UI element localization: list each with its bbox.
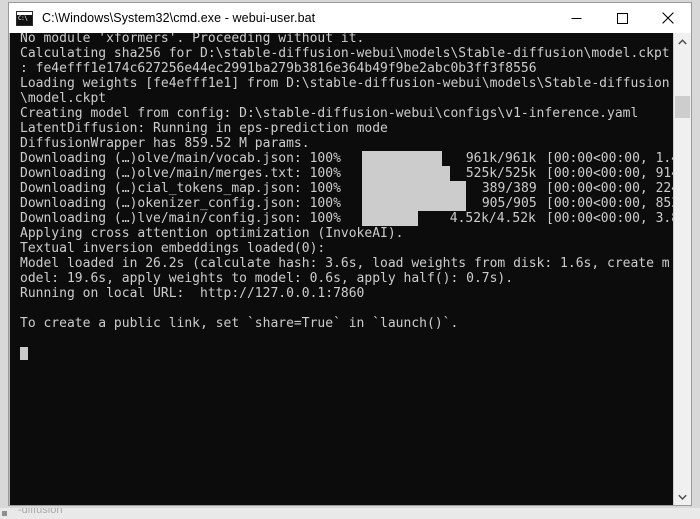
minimize-button[interactable] [553,3,599,33]
chevron-down-icon [678,494,687,500]
maximize-icon [616,12,628,24]
maximize-button[interactable] [599,3,645,33]
download-progress-label: Downloading (…)olve/main/vocab.json: 100… [20,151,341,166]
window-title-bar[interactable]: C:\ C:\Windows\System32\cmd.exe - webui-… [9,3,691,33]
close-button[interactable] [645,3,691,33]
taskbar-sliver: -diffusion [0,508,700,519]
window-controls [553,3,691,33]
desktop-background: C:\ C:\Windows\System32\cmd.exe - webui-… [0,0,700,519]
chevron-up-icon [678,38,687,44]
download-progress-label: Downloading (…)cial_tokens_map.json: 100… [20,181,341,196]
console-window: C:\ C:\Windows\System32\cmd.exe - webui-… [8,2,692,506]
download-size: 389/389 [481,181,537,196]
download-timing: [00:00<00:00, 224kB/s] [546,181,673,196]
download-progress-bar [362,181,466,196]
download-timing: [00:00<00:00, 853kB/s] [546,196,673,211]
scroll-up-button[interactable] [674,33,691,50]
download-progress-label: Downloading (…)okenizer_config.json: 100… [20,196,341,211]
scrollbar-thumb[interactable] [675,96,690,118]
download-progress-bar [362,211,418,226]
console-line: : fe4efff1e174c627256e44ec2991ba279b3816… [20,61,537,76]
download-progress-bar [362,166,450,181]
download-size: 4.52k/4.52k [449,211,536,226]
close-icon [662,12,674,24]
download-timing: [00:00<00:00, 914kB/s] [546,166,673,181]
download-size: 961k/961k [465,151,537,166]
console-body: No module 'xformers'. Proceeding without… [9,33,691,505]
cmd-console-icon-glyph: C:\ [18,14,28,22]
console-line: Calculating sha256 for D:\stable-diffusi… [20,46,670,61]
console-line: Applying cross attention optimization (I… [20,226,404,241]
text-cursor [20,347,28,360]
download-progress-bar [362,151,442,166]
console-line: \model.ckpt [20,91,107,106]
console-line: LatentDiffusion: Running in eps-predicti… [20,121,388,136]
console-line: No module 'xformers'. Proceeding without… [20,33,365,46]
minimize-icon [571,17,581,19]
download-timing: [00:00<00:00, 1.45MB/s] [546,151,673,166]
taskbar-item-label[interactable]: -diffusion [18,508,62,516]
console-scrollbar[interactable] [673,33,691,505]
cmd-console-icon: C:\ [16,10,33,26]
taskbar-marker [2,511,7,516]
console-line: DiffusionWrapper has 859.52 M params. [20,136,310,151]
window-title: C:\Windows\System32\cmd.exe - webui-user… [42,11,316,25]
console-line: Running on local URL: http://127.0.0.1:7… [20,286,365,301]
console-line: To create a public link, set `share=True… [20,316,459,331]
console-line: Model loaded in 26.2s (calculate hash: 3… [20,256,670,271]
console-line: Loading weights [fe4efff1e1] from D:\sta… [20,76,670,91]
download-progress-label: Downloading (…)lve/main/config.json: 100… [20,211,341,226]
console-output[interactable]: No module 'xformers'. Proceeding without… [10,33,673,505]
download-size: 525k/525k [465,166,537,181]
console-line: odel: 19.6s, apply weights to model: 0.6… [20,271,514,286]
console-line: Textual inversion embeddings loaded(0): [20,241,334,256]
download-progress-label: Downloading (…)olve/main/merges.txt: 100… [20,166,341,181]
download-progress-bar [362,196,466,211]
download-size: 905/905 [481,196,537,211]
console-line: Creating model from config: D:\stable-di… [20,106,639,121]
scroll-down-button[interactable] [674,488,691,505]
download-timing: [00:00<00:00, 3.87MB/s] [546,211,673,226]
